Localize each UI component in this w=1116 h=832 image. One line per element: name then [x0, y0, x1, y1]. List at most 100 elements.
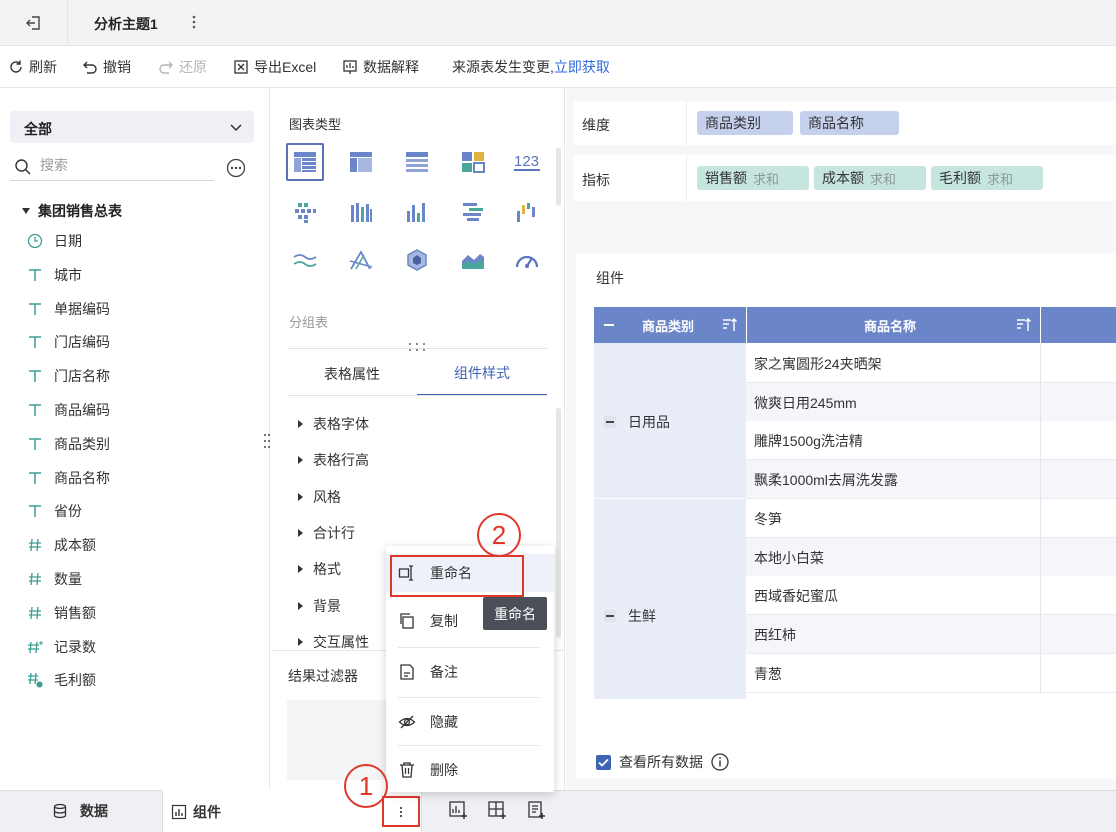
- column-header[interactable]: 商品类别: [642, 307, 694, 343]
- area-chart-icon[interactable]: [454, 241, 492, 279]
- field-label: 成本额: [54, 537, 96, 554]
- field-label: 省份: [54, 503, 82, 520]
- field-item[interactable]: 城市: [26, 263, 82, 287]
- dimension-pill[interactable]: 商品名称: [800, 111, 899, 135]
- bar-chart-icon[interactable]: [398, 193, 436, 231]
- multi-bar-icon[interactable]: [342, 193, 380, 231]
- field-item[interactable]: 记录数: [26, 635, 96, 659]
- field-item[interactable]: 单据编码: [26, 297, 110, 321]
- more-vertical-icon[interactable]: [186, 12, 202, 32]
- field-label: 门店编码: [54, 334, 110, 351]
- category-label: 日用品: [628, 414, 670, 430]
- number-123-icon[interactable]: 123: [508, 143, 546, 181]
- divider: [1040, 307, 1041, 343]
- field-item[interactable]: 商品名称: [26, 466, 110, 490]
- tab-component-style[interactable]: 组件样式: [417, 352, 547, 396]
- add-report-icon[interactable]: [526, 800, 546, 820]
- field-item[interactable]: 数量: [26, 567, 82, 591]
- product-cell: 本地小白菜: [754, 549, 824, 566]
- dimension-pill[interactable]: 商品类别: [697, 111, 793, 135]
- field-item[interactable]: 日期: [26, 229, 82, 253]
- collapse-icon[interactable]: [604, 610, 616, 622]
- field-item[interactable]: 成本额: [26, 533, 96, 557]
- component-more-button[interactable]: [382, 796, 420, 827]
- search-input[interactable]: [40, 157, 200, 173]
- refresh-button[interactable]: 刷新: [8, 46, 57, 88]
- polygon-icon[interactable]: [398, 241, 436, 279]
- product-cell: 西红柿: [754, 626, 796, 643]
- field-item[interactable]: 商品编码: [26, 398, 110, 422]
- more-options-icon[interactable]: [226, 158, 246, 178]
- step-badge-1: 1: [344, 764, 388, 808]
- measure-pill[interactable]: 毛利额 求和: [931, 166, 1043, 190]
- field-item[interactable]: 省份: [26, 499, 82, 523]
- line-chart-icon[interactable]: [286, 241, 324, 279]
- collapse-all-icon[interactable]: [604, 324, 614, 326]
- field-label: 城市: [54, 266, 82, 283]
- add-table-icon[interactable]: [487, 800, 507, 820]
- column-header[interactable]: 商品名称: [864, 307, 916, 343]
- measure-name: 毛利额: [939, 170, 981, 186]
- undo-button[interactable]: 撤销: [82, 46, 131, 88]
- style-section[interactable]: 背景: [298, 596, 341, 616]
- collapse-icon[interactable]: [604, 416, 616, 428]
- expand-triangle-icon: [298, 565, 303, 574]
- search-icon: [14, 158, 32, 176]
- gauge-icon[interactable]: [508, 241, 546, 279]
- measure-pill[interactable]: 成本额 求和: [814, 166, 926, 190]
- add-chart-icon[interactable]: [448, 800, 468, 820]
- menu-item-delete[interactable]: 删除: [386, 751, 554, 789]
- style-scrollbar[interactable]: [556, 408, 561, 638]
- view-all-data-checkbox[interactable]: 查看所有数据: [596, 752, 729, 772]
- group-table-icon[interactable]: [286, 143, 324, 181]
- data-explain-button[interactable]: 数据解释: [342, 46, 419, 88]
- radar-icon[interactable]: [342, 241, 380, 279]
- data-tab[interactable]: 数据: [0, 790, 160, 832]
- exit-icon[interactable]: [0, 0, 68, 46]
- field-label: 商品名称: [54, 469, 110, 486]
- sort-icon[interactable]: [722, 317, 738, 333]
- field-item[interactable]: 商品类别: [26, 432, 110, 456]
- style-section[interactable]: 风格: [298, 487, 341, 507]
- field-label: 门店名称: [54, 368, 110, 385]
- field-item[interactable]: 销售额: [26, 601, 96, 625]
- field-label: 数量: [54, 571, 82, 587]
- table-row: 微爽日用245mm: [746, 383, 1116, 422]
- field-item[interactable]: 门店名称: [26, 364, 110, 388]
- menu-item-note[interactable]: 备注: [386, 653, 554, 691]
- sort-icon[interactable]: [1016, 317, 1032, 333]
- field-item[interactable]: 毛利额: [26, 668, 96, 692]
- cross-table-icon[interactable]: [342, 143, 380, 181]
- dataset-select[interactable]: 全部: [10, 111, 254, 143]
- text-type-icon: [26, 300, 44, 318]
- table-row: 西域香妃蜜瓜: [746, 576, 1116, 615]
- table-tree-node[interactable]: 集团销售总表: [22, 201, 122, 221]
- text-type-icon: [26, 435, 44, 453]
- menu-item-hide[interactable]: 隐藏: [386, 703, 554, 741]
- measure-pill[interactable]: 销售额 求和: [697, 166, 809, 190]
- fetch-now-link[interactable]: 立即获取: [554, 57, 610, 77]
- waterfall-icon[interactable]: [508, 193, 546, 231]
- redo-button[interactable]: 还原: [158, 46, 207, 88]
- field-item[interactable]: 门店编码: [26, 330, 110, 354]
- style-section[interactable]: 合计行: [298, 523, 355, 543]
- chart-type-scrollbar[interactable]: [556, 148, 561, 206]
- kpi-grid-icon[interactable]: [454, 143, 492, 181]
- category-cell: 生鲜: [604, 606, 656, 626]
- export-excel-button[interactable]: 导出Excel: [233, 46, 316, 88]
- drag-handle-icon[interactable]: [408, 342, 426, 352]
- resize-handle-icon[interactable]: [263, 432, 271, 450]
- style-section[interactable]: 表格行高: [298, 450, 369, 470]
- dot-chart-icon[interactable]: [286, 193, 324, 231]
- style-section[interactable]: 表格字体: [298, 414, 369, 434]
- style-section[interactable]: 格式: [298, 559, 341, 579]
- horizontal-bar-icon[interactable]: [454, 193, 492, 231]
- tab-table-properties[interactable]: 表格属性: [287, 352, 417, 396]
- product-cell: 雕牌1500g洗洁精: [754, 432, 863, 449]
- detail-table-icon[interactable]: [398, 143, 436, 181]
- info-icon[interactable]: [711, 753, 729, 771]
- style-section[interactable]: 交互属性: [298, 632, 369, 652]
- page-title[interactable]: 分析主题1: [94, 14, 158, 34]
- divider: [287, 395, 547, 396]
- divider: [686, 155, 687, 201]
